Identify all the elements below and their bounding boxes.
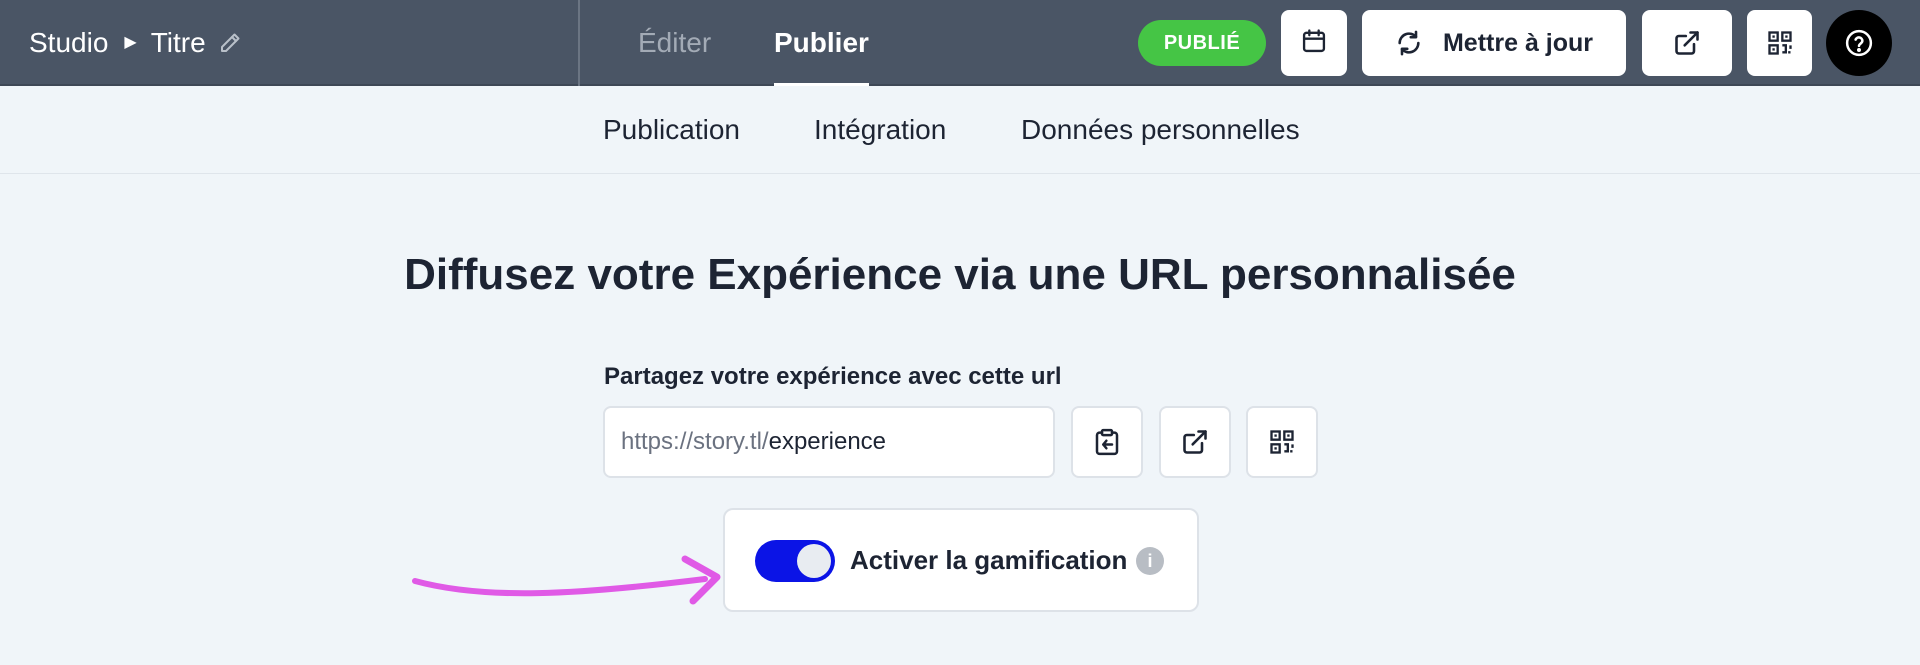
url-field-label: Partagez votre expérience avec cette url xyxy=(604,363,1062,390)
url-prefix: https://story.tl/ xyxy=(621,428,769,455)
top-bar: Studio ▶ Titre Éditer Publier PUBLIÉ Met… xyxy=(0,0,1920,86)
url-slug[interactable]: experience xyxy=(769,428,886,456)
help-circle-icon xyxy=(1844,28,1874,58)
info-icon[interactable]: i xyxy=(1136,547,1164,575)
open-url-button[interactable] xyxy=(1159,406,1231,478)
breadcrumb: Studio ▶ Titre xyxy=(29,0,242,86)
external-link-icon xyxy=(1673,29,1701,57)
gamification-toggle[interactable] xyxy=(755,540,835,582)
gamification-card: Activer la gamification i xyxy=(723,508,1199,612)
open-preview-button[interactable] xyxy=(1642,10,1732,76)
schedule-button[interactable] xyxy=(1281,10,1347,76)
qr-code-icon xyxy=(1268,428,1296,456)
subnav-item-donnees-personnelles[interactable]: Données personnelles xyxy=(1021,86,1300,173)
update-button-label: Mettre à jour xyxy=(1442,28,1594,57)
toggle-knob xyxy=(797,544,831,578)
subnav-item-publication[interactable]: Publication xyxy=(603,86,740,173)
update-button[interactable]: Mettre à jour xyxy=(1362,10,1626,76)
page-title: Diffusez votre Expérience via une URL pe… xyxy=(404,250,1516,299)
refresh-icon xyxy=(1395,29,1423,57)
qr-code-icon xyxy=(1766,29,1794,57)
gamification-label: Activer la gamification xyxy=(850,544,1128,575)
breadcrumb-title: Titre xyxy=(150,27,206,58)
breadcrumb-studio[interactable]: Studio xyxy=(29,27,108,59)
help-button[interactable] xyxy=(1826,10,1892,76)
url-input[interactable]: https://story.tl/experience xyxy=(603,406,1055,478)
annotation-arrow-icon xyxy=(412,555,721,605)
pencil-icon[interactable] xyxy=(218,31,242,55)
clipboard-copy-icon xyxy=(1092,427,1122,457)
caret-right-icon: ▶ xyxy=(124,34,137,51)
tab-publier[interactable]: Publier xyxy=(774,0,869,86)
calendar-icon xyxy=(1300,27,1328,60)
qr-code-button[interactable] xyxy=(1747,10,1812,76)
header-divider xyxy=(578,0,580,86)
status-badge: PUBLIÉ xyxy=(1138,20,1266,66)
sub-navigation: Publication Intégration Données personne… xyxy=(0,86,1920,174)
url-qr-code-button[interactable] xyxy=(1246,406,1318,478)
copy-url-button[interactable] xyxy=(1071,406,1143,478)
subnav-item-integration[interactable]: Intégration xyxy=(814,86,946,173)
external-link-icon xyxy=(1181,428,1209,456)
tab-editer[interactable]: Éditer xyxy=(638,0,711,86)
